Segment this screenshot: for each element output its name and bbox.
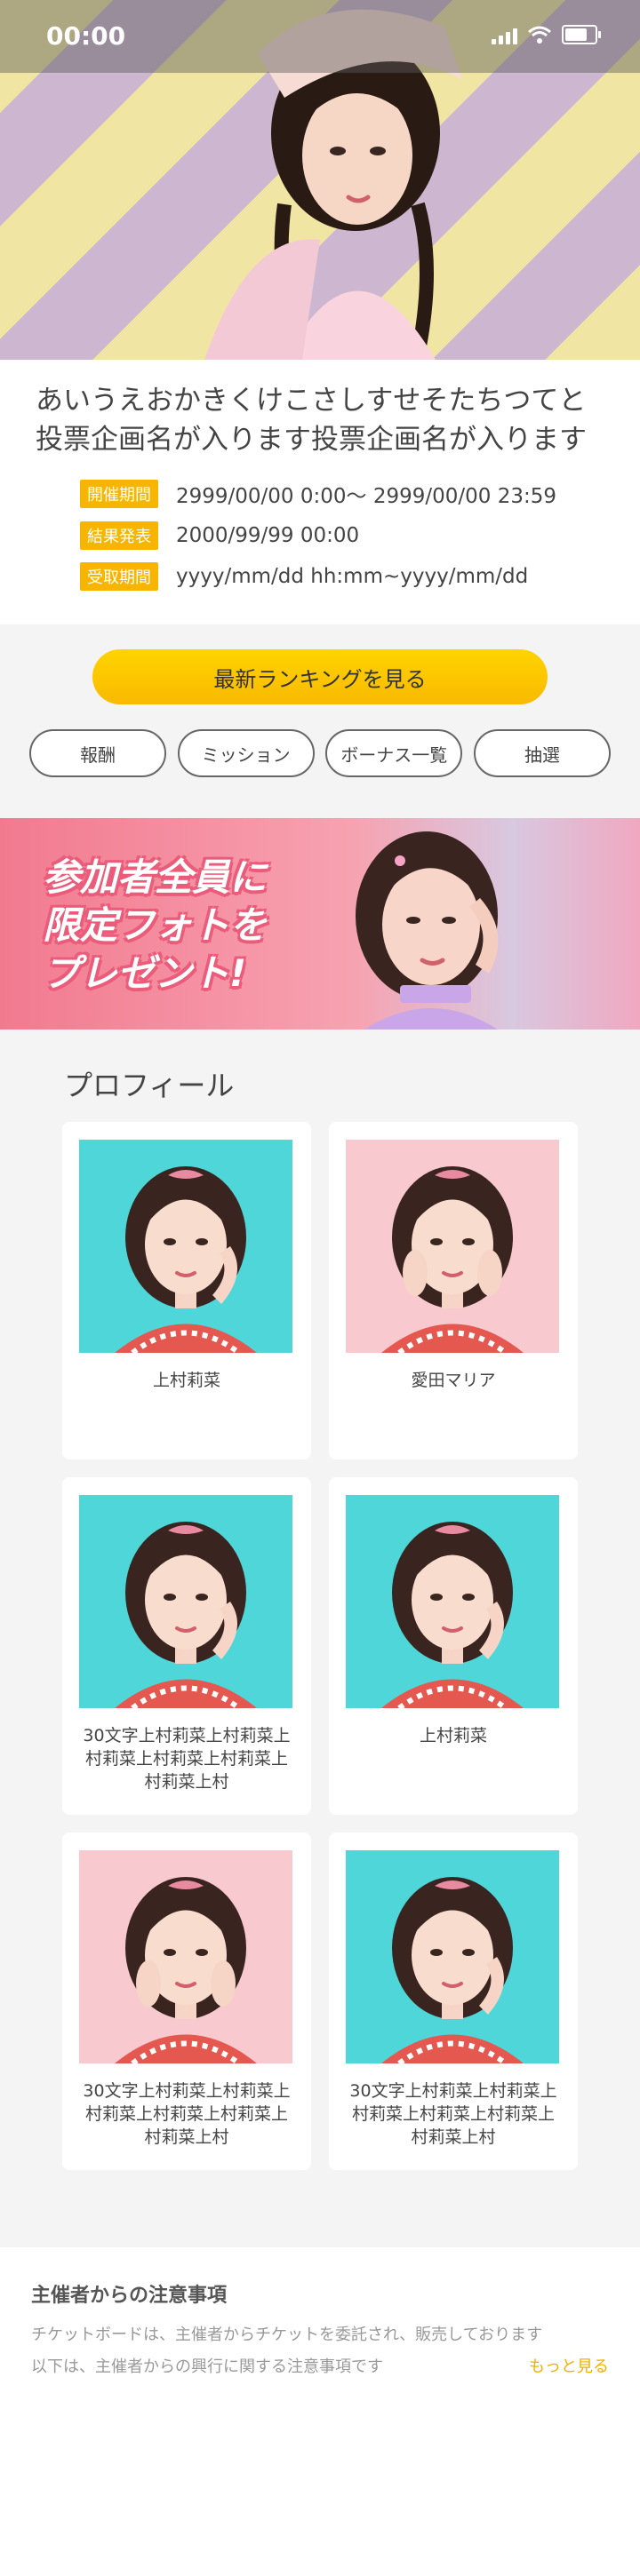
period-tag: 結果発表	[80, 521, 158, 550]
page: 00:00 あいうえおかきくけこさしすせそたちつてと投票企画名が入ります投票企画…	[0, 0, 640, 2576]
profile-card[interactable]: 30文字上村莉菜上村莉菜上村莉菜上村莉菜上村莉菜上村莉菜上村	[62, 1833, 311, 2170]
banner-line: 限定フォトを	[43, 903, 268, 947]
profile-name: 上村莉菜	[419, 1726, 487, 1745]
pill-bonus-list[interactable]: ボーナス一覧	[325, 729, 463, 777]
wifi-icon	[528, 26, 551, 44]
profile-name: 30文字上村莉菜上村莉菜上村莉菜上村莉菜上村莉菜上村莉菜上村	[83, 2081, 291, 2147]
profile-card[interactable]: 30文字上村莉菜上村莉菜上村莉菜上村莉菜上村莉菜上村莉菜上村	[62, 1477, 311, 1815]
notice-title: 主催者からの注意事項	[31, 2285, 228, 2307]
profile-name: 30文字上村莉菜上村莉菜上村莉菜上村莉菜上村莉菜上村莉菜上村	[83, 1726, 291, 1792]
profile-card[interactable]: 愛田マリア	[329, 1122, 578, 1459]
profile-card[interactable]: 上村莉菜	[62, 1122, 311, 1459]
profile-photo	[79, 1495, 292, 1708]
profile-name: 愛田マリア	[411, 1371, 496, 1390]
more-link[interactable]: もっと見る	[529, 2354, 609, 2377]
organizer-notice: 主催者からの注意事項 チケットボードは、主催者からチケットを委託され、販売してお…	[0, 2247, 640, 2576]
pill-reward[interactable]: 報酬	[29, 729, 166, 777]
profile-photo	[346, 1850, 559, 2063]
profile-name: 上村莉菜	[152, 1371, 220, 1390]
profile-photo	[346, 1495, 559, 1708]
event-info: あいうえおかきくけこさしすせそたちつてと投票企画名が入ります投票企画名が入ります…	[0, 360, 640, 624]
banner-text: 参加者全員に 限定フォトを プレゼント!	[43, 854, 267, 998]
status-icons	[492, 25, 601, 44]
battery-icon	[562, 25, 601, 44]
hero-image: 00:00	[0, 0, 640, 360]
profile-grid: 上村莉菜 愛田マリア 30文字上村莉菜上村莉菜上村莉菜上村莉菜上村莉菜上村莉菜上…	[0, 1122, 640, 2170]
notice-text: 以下は、主催者からの興行に関する注意事項です	[31, 2357, 383, 2376]
notice-text: チケットボードは、主催者からチケットを委託され、販売しております	[31, 2326, 543, 2344]
promo-banner[interactable]: 参加者全員に 限定フォトを プレゼント!	[0, 818, 640, 1030]
signal-icon	[492, 28, 517, 44]
event-title: あいうえおかきくけこさしすせそたちつてと投票企画名が入ります投票企画名が入ります	[36, 385, 587, 456]
main-content: 最新ランキングを見る 報酬 ミッション ボーナス一覧 抽選 参加者全員に 限定フ…	[0, 624, 640, 2532]
period-value: 2999/00/00 0:00〜 2999/00/00 23:59	[176, 485, 556, 508]
latest-ranking-button[interactable]: 最新ランキングを見る	[92, 649, 548, 704]
pill-lottery[interactable]: 抽選	[473, 729, 611, 777]
period-value: 2000/99/99 00:00	[176, 524, 360, 547]
period-row-receive: 受取期間 yyyy/mm/dd hh:mm~yyyy/mm/dd	[80, 562, 604, 591]
period-tag: 開催期間	[80, 480, 158, 508]
profile-photo	[79, 1140, 292, 1353]
period-tag: 受取期間	[80, 562, 158, 591]
period-row-result: 結果発表 2000/99/99 00:00	[80, 521, 604, 550]
banner-line: プレゼント!	[43, 951, 247, 995]
nav-pills: 報酬 ミッション ボーナス一覧 抽選	[0, 729, 640, 777]
period-value: yyyy/mm/dd hh:mm~yyyy/mm/dd	[176, 565, 529, 588]
profile-photo	[346, 1140, 559, 1353]
status-bar: 00:00	[0, 0, 640, 73]
profile-photo	[79, 1850, 292, 2063]
status-time: 00:00	[46, 21, 126, 51]
period-row-holding: 開催期間 2999/00/00 0:00〜 2999/00/00 23:59	[80, 479, 604, 509]
profile-section-title: プロフィール	[64, 1069, 235, 1102]
profile-card[interactable]: 上村莉菜	[329, 1477, 578, 1815]
profile-name: 30文字上村莉菜上村莉菜上村莉菜上村莉菜上村莉菜上村莉菜上村	[349, 2081, 557, 2147]
pill-mission[interactable]: ミッション	[177, 729, 315, 777]
banner-line: 参加者全員に	[43, 855, 268, 899]
profile-card[interactable]: 30文字上村莉菜上村莉菜上村莉菜上村莉菜上村莉菜上村莉菜上村	[329, 1833, 578, 2170]
banner-portrait	[356, 831, 499, 1030]
